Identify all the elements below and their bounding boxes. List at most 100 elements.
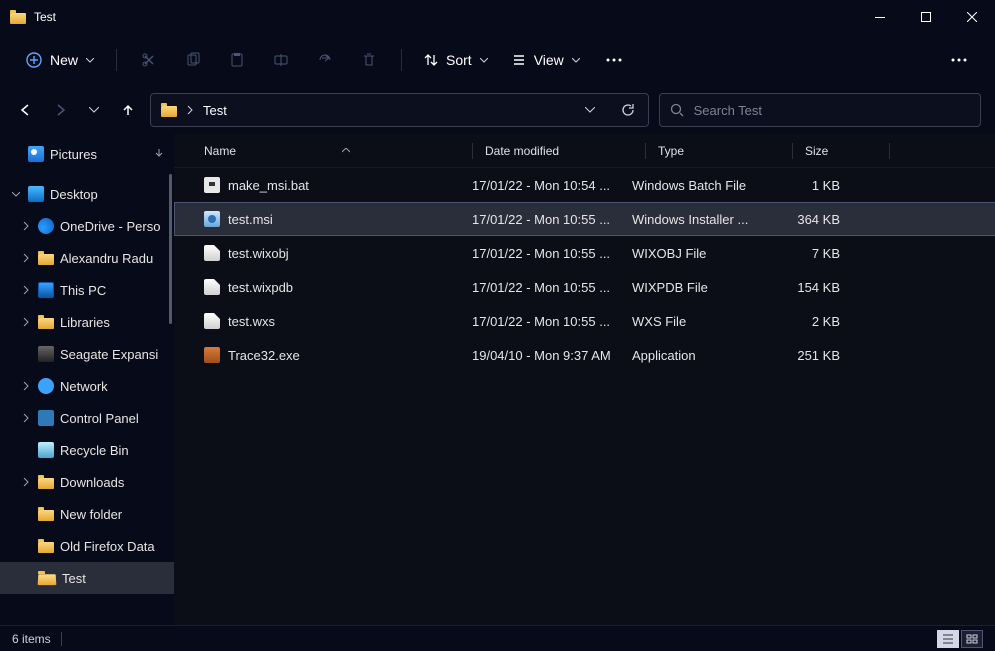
sidebar-item[interactable]: Libraries — [0, 306, 174, 338]
sidebar-item[interactable]: Recycle Bin — [0, 434, 174, 466]
file-row[interactable]: make_msi.bat17/01/22 - Mon 10:54 ...Wind… — [174, 168, 995, 202]
control-panel-icon — [38, 410, 54, 426]
separator — [401, 49, 402, 71]
file-type: Application — [632, 348, 766, 363]
file-icon — [204, 177, 220, 193]
file-row[interactable]: test.wxs17/01/22 - Mon 10:55 ...WXS File… — [174, 304, 995, 338]
thumbnails-view-button[interactable] — [961, 630, 983, 648]
sort-button[interactable]: Sort — [414, 46, 498, 74]
file-type: WIXOBJ File — [632, 246, 766, 261]
sidebar-item[interactable]: Old Firefox Data — [0, 530, 174, 562]
close-button[interactable] — [949, 0, 995, 34]
breadcrumb-label: Test — [203, 103, 227, 118]
file-icon — [204, 245, 220, 261]
sidebar-item[interactable]: This PC — [0, 274, 174, 306]
up-button[interactable] — [116, 98, 140, 122]
file-type: WXS File — [632, 314, 766, 329]
details-view-button[interactable] — [937, 630, 959, 648]
folder-icon — [38, 475, 54, 489]
sidebar-item[interactable]: Seagate Expansi — [0, 338, 174, 370]
column-name[interactable]: Name — [204, 144, 472, 158]
chevron-right-icon — [20, 477, 32, 487]
cut-button[interactable] — [129, 42, 169, 78]
pin-icon — [154, 149, 164, 159]
file-date: 17/01/22 - Mon 10:55 ... — [472, 280, 632, 295]
column-label: Name — [204, 144, 236, 158]
clipboard-icon — [229, 52, 245, 68]
new-label: New — [50, 52, 78, 68]
file-pane: Name Date modified Type Size make_msi.ba… — [174, 134, 995, 625]
column-date[interactable]: Date modified — [485, 144, 645, 158]
file-row[interactable]: test.wixobj17/01/22 - Mon 10:55 ...WIXOB… — [174, 236, 995, 270]
more-button[interactable] — [594, 42, 634, 78]
view-list-icon — [512, 53, 526, 67]
sidebar-item-label: Downloads — [60, 475, 124, 490]
copy-button[interactable] — [173, 42, 213, 78]
delete-button[interactable] — [349, 42, 389, 78]
search-input[interactable] — [694, 103, 970, 118]
chevron-down-icon — [480, 58, 488, 63]
share-button[interactable] — [305, 42, 345, 78]
column-label: Type — [658, 144, 684, 158]
chevron-down-icon — [572, 58, 580, 63]
sidebar-item-label: Pictures — [50, 147, 97, 162]
recent-dropdown[interactable] — [82, 98, 106, 122]
chevron-down-icon — [10, 192, 22, 197]
column-label: Size — [805, 144, 828, 158]
file-name: test.wixpdb — [228, 280, 293, 295]
breadcrumb[interactable]: Test — [203, 103, 227, 118]
file-name: test.wixobj — [228, 246, 289, 261]
address-dropdown[interactable] — [576, 96, 604, 124]
file-icon — [204, 313, 220, 329]
view-button[interactable]: View — [502, 46, 590, 74]
back-button[interactable] — [14, 98, 38, 122]
file-row[interactable]: Trace32.exe19/04/10 - Mon 9:37 AMApplica… — [174, 338, 995, 372]
file-type: Windows Installer ... — [632, 212, 766, 227]
new-button[interactable]: New — [16, 46, 104, 74]
file-row[interactable]: test.wixpdb17/01/22 - Mon 10:55 ...WIXPD… — [174, 270, 995, 304]
sidebar-item-label: OneDrive - Perso — [60, 219, 160, 234]
paste-button[interactable] — [217, 42, 257, 78]
sidebar-item-desktop[interactable]: Desktop — [0, 178, 174, 210]
scrollbar-thumb[interactable] — [169, 174, 172, 324]
chevron-right-icon — [20, 413, 32, 423]
file-row[interactable]: test.msi17/01/22 - Mon 10:55 ...Windows … — [174, 202, 995, 236]
chevron-right-icon — [20, 285, 32, 295]
separator — [116, 49, 117, 71]
view-label: View — [534, 52, 564, 68]
network-icon — [38, 378, 54, 394]
chevron-down-icon — [86, 58, 94, 63]
sidebar-item[interactable]: Network — [0, 370, 174, 402]
file-icon — [204, 347, 220, 363]
maximize-button[interactable] — [903, 0, 949, 34]
forward-button[interactable] — [48, 98, 72, 122]
sidebar-item-label: Old Firefox Data — [60, 539, 155, 554]
drive-icon — [38, 346, 54, 362]
sidebar-item[interactable]: Downloads — [0, 466, 174, 498]
file-size: 251 KB — [766, 348, 850, 363]
file-date: 17/01/22 - Mon 10:54 ... — [472, 178, 632, 193]
search-box[interactable] — [659, 93, 981, 127]
sidebar-item[interactable]: New folder — [0, 498, 174, 530]
pictures-icon — [28, 146, 44, 162]
plus-circle-icon — [26, 52, 42, 68]
sidebar-item-label: Control Panel — [60, 411, 139, 426]
rename-button[interactable] — [261, 42, 301, 78]
sidebar-item[interactable]: Test — [0, 562, 174, 594]
overflow-button[interactable] — [939, 42, 979, 78]
refresh-button[interactable] — [614, 96, 642, 124]
folder-icon — [38, 507, 54, 521]
address-bar[interactable]: Test — [150, 93, 649, 127]
column-size[interactable]: Size — [805, 144, 889, 158]
folder-icon — [10, 10, 26, 24]
column-type[interactable]: Type — [658, 144, 792, 158]
column-headers: Name Date modified Type Size — [174, 134, 995, 168]
sidebar-item[interactable]: Alexandru Radu — [0, 242, 174, 274]
minimize-button[interactable] — [857, 0, 903, 34]
status-bar: 6 items — [0, 625, 995, 651]
sidebar-item[interactable]: OneDrive - Perso — [0, 210, 174, 242]
sidebar-item-pictures[interactable]: Pictures — [0, 138, 174, 170]
file-type: Windows Batch File — [632, 178, 766, 193]
file-date: 17/01/22 - Mon 10:55 ... — [472, 314, 632, 329]
sidebar-item[interactable]: Control Panel — [0, 402, 174, 434]
